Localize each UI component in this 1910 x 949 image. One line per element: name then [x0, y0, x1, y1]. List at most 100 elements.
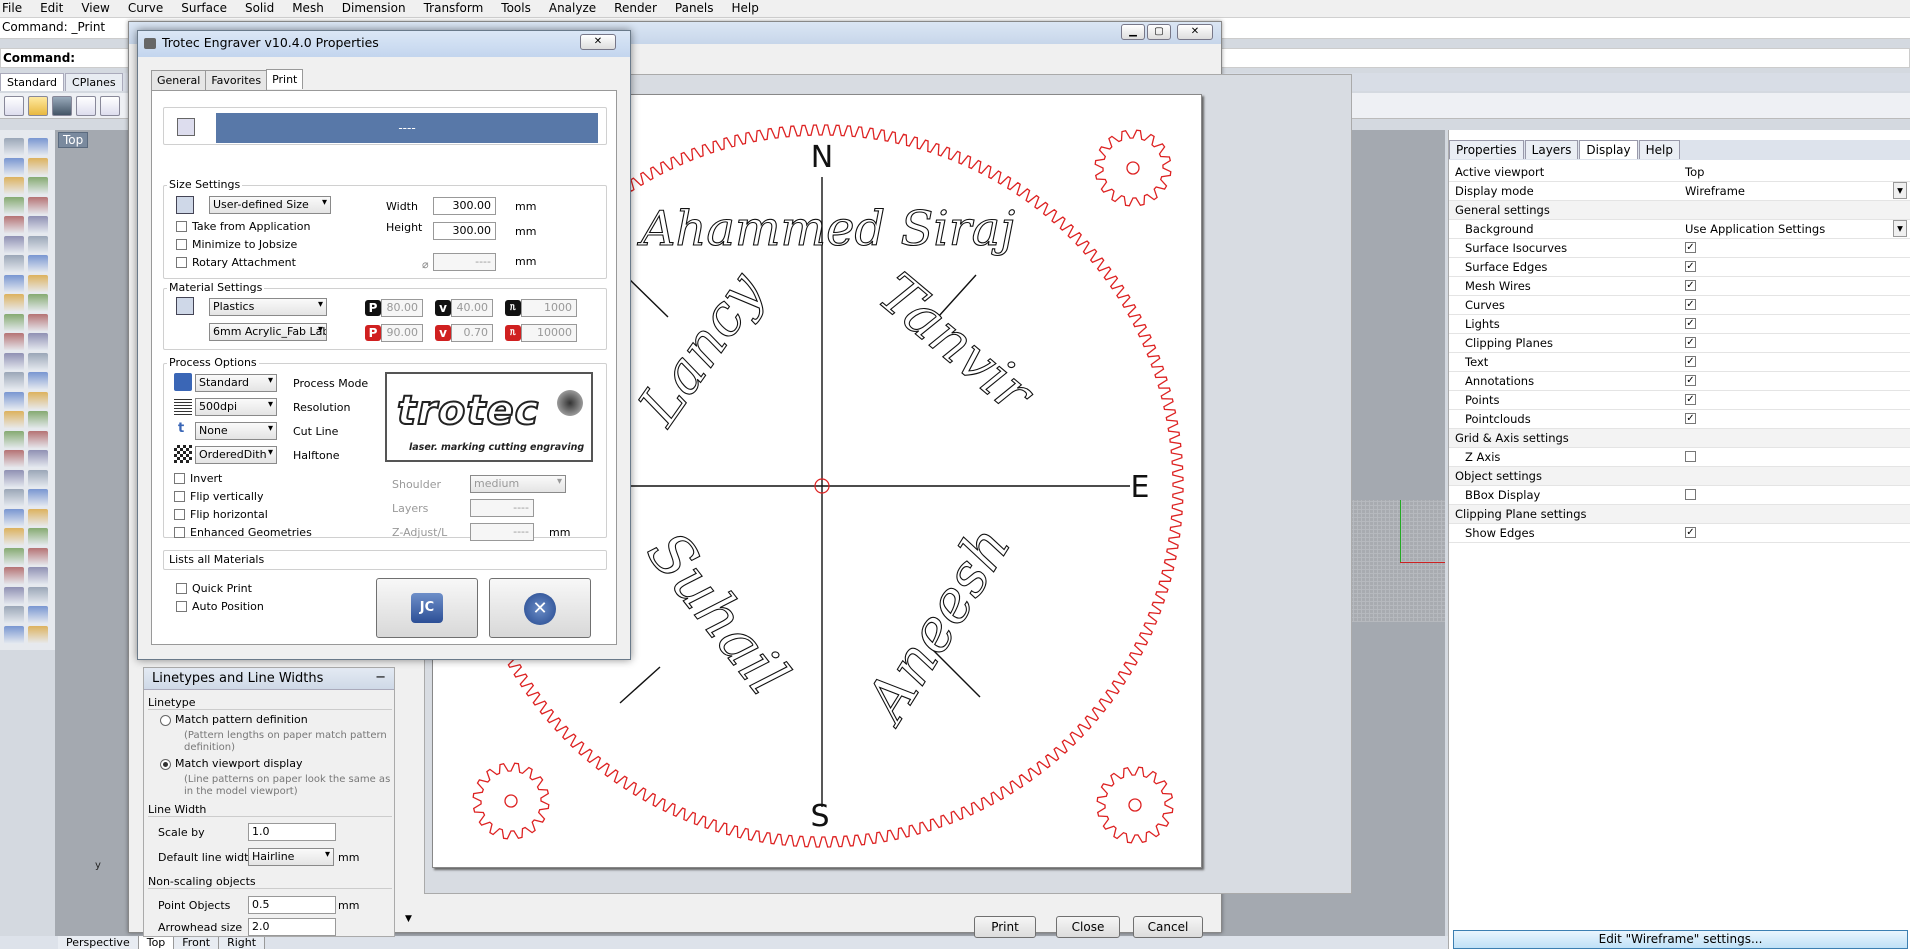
tab-help[interactable]: Help [1638, 140, 1680, 159]
material-icon[interactable] [176, 297, 194, 315]
tab-print[interactable]: Print [266, 69, 304, 89]
material-sub-dropdown[interactable]: 6mm Acrylic_Fab Lab [209, 323, 327, 341]
display-row[interactable]: Text ✓ [1449, 353, 1910, 372]
dropdown-arrow-icon[interactable]: ▾ [1893, 220, 1907, 237]
arrowhead-input[interactable]: 2.0 [248, 918, 336, 936]
cut-frequency-input[interactable]: 10000 [521, 324, 577, 342]
display-row-checkbox[interactable] [1685, 451, 1696, 462]
radio-selected-icon[interactable] [160, 758, 171, 770]
tab-standard[interactable]: Standard [0, 73, 65, 91]
tool-icon[interactable] [28, 469, 48, 488]
tab-cplanes[interactable]: CPlanes [65, 73, 123, 91]
tool-icon[interactable] [28, 177, 48, 195]
material-dropdown[interactable]: Plastics [209, 298, 327, 316]
save-icon[interactable] [52, 96, 72, 116]
resolution-dropdown[interactable]: 500dpi [195, 398, 277, 416]
vp-tab-right[interactable]: Right [219, 936, 266, 949]
tool-icon[interactable] [28, 430, 48, 449]
tool-icon[interactable] [28, 235, 48, 254]
tool-icon[interactable] [4, 430, 24, 449]
tool-icon[interactable] [28, 255, 48, 273]
menu-item-panels[interactable]: Panels [673, 0, 716, 17]
shoulder-dropdown[interactable]: medium [470, 475, 566, 493]
tool-icon[interactable] [4, 274, 24, 293]
display-row-checkbox[interactable]: ✓ [1685, 280, 1696, 291]
tool-icon[interactable] [28, 313, 48, 332]
tool-icon[interactable] [28, 157, 48, 176]
display-row-checkbox[interactable]: ✓ [1685, 413, 1696, 424]
halftone-dropdown[interactable]: OrderedDith [195, 446, 277, 464]
dialog-close-button[interactable]: ✕ [580, 34, 616, 50]
tool-icon[interactable] [28, 489, 48, 507]
tool-icon[interactable] [4, 255, 24, 273]
rotary-checkbox[interactable] [176, 257, 187, 268]
tool-icon[interactable] [4, 411, 24, 429]
display-row[interactable]: Lights ✓ [1449, 315, 1910, 334]
menu-item-file[interactable]: File [0, 0, 24, 17]
tool-icon[interactable] [28, 274, 48, 293]
window-close-icon[interactable]: ✕ [1177, 24, 1213, 40]
display-row[interactable]: Active viewport Top [1449, 163, 1910, 182]
tool-icon[interactable] [4, 216, 24, 234]
tool-icon[interactable] [4, 157, 24, 176]
menu-item-tools[interactable]: Tools [499, 0, 533, 17]
tool-icon[interactable] [4, 352, 24, 371]
default-line-width-dropdown[interactable]: Hairline [248, 848, 334, 866]
tool-icon[interactable] [28, 508, 48, 527]
tool-icon[interactable] [4, 508, 24, 527]
tool-icon[interactable] [28, 625, 48, 644]
tool-icon[interactable] [28, 216, 48, 234]
display-row-checkbox[interactable]: ✓ [1685, 527, 1696, 538]
tool-icon[interactable] [4, 294, 24, 312]
tool-icon[interactable] [28, 547, 48, 566]
dropdown-arrow-icon[interactable]: ▾ [1893, 182, 1907, 199]
display-row-checkbox[interactable] [1685, 489, 1696, 500]
radio-icon[interactable] [160, 714, 171, 726]
tool-icon[interactable] [28, 411, 48, 429]
flip-vertical-checkbox[interactable] [174, 491, 185, 502]
tool-icon[interactable] [4, 528, 24, 546]
menu-item-analyze[interactable]: Analyze [547, 0, 598, 17]
tool-icon[interactable] [28, 372, 48, 390]
menu-item-curve[interactable]: Curve [126, 0, 165, 17]
vp-tab-top[interactable]: Top [138, 936, 175, 949]
take-from-app-checkbox[interactable] [176, 221, 187, 232]
scroll-down-icon[interactable]: ▼ [405, 914, 412, 924]
width-input[interactable]: 300.00 [433, 197, 496, 215]
menu-item-surface[interactable]: Surface [179, 0, 229, 17]
display-row[interactable]: Annotations ✓ [1449, 372, 1910, 391]
menu-item-render[interactable]: Render [612, 0, 659, 17]
dialog-cancel-button[interactable]: ✕ [489, 578, 591, 638]
minimize-checkbox[interactable] [176, 239, 187, 250]
tool-icon[interactable] [4, 547, 24, 566]
tool-icon[interactable] [28, 450, 48, 468]
open-folder-icon[interactable] [28, 96, 48, 116]
tool-icon[interactable] [4, 567, 24, 585]
display-row[interactable]: Clipping Planes ✓ [1449, 334, 1910, 353]
tool-icon[interactable] [4, 177, 24, 195]
close-button[interactable]: Close [1056, 916, 1120, 938]
tool-icon[interactable] [4, 606, 24, 624]
tool-icon[interactable] [28, 391, 48, 410]
display-row-checkbox[interactable]: ✓ [1685, 242, 1696, 253]
print-icon[interactable] [76, 96, 96, 116]
flip-horizontal-checkbox[interactable] [174, 509, 185, 520]
display-row[interactable]: BBox Display [1449, 486, 1910, 505]
tool-icon[interactable] [4, 586, 24, 605]
tool-icon[interactable] [4, 489, 24, 507]
minimize-icon[interactable]: ▁ [1121, 24, 1145, 40]
display-row[interactable]: Z Axis [1449, 448, 1910, 467]
display-row-checkbox[interactable]: ✓ [1685, 261, 1696, 272]
tool-icon[interactable] [28, 138, 48, 156]
menu-item-view[interactable]: View [79, 0, 111, 17]
tool-icon[interactable] [4, 333, 24, 351]
tool-icon[interactable] [28, 528, 48, 546]
match-viewport-radio[interactable]: Match viewport display [160, 757, 303, 770]
display-row[interactable]: Pointclouds ✓ [1449, 410, 1910, 429]
tool-icon[interactable] [4, 625, 24, 644]
quick-print-checkbox[interactable] [176, 583, 187, 594]
menu-item-edit[interactable]: Edit [38, 0, 65, 17]
vp-tab-perspective[interactable]: Perspective [58, 936, 139, 949]
display-row[interactable]: Display mode Wireframe ▾ [1449, 182, 1910, 201]
menu-item-transform[interactable]: Transform [422, 0, 486, 17]
